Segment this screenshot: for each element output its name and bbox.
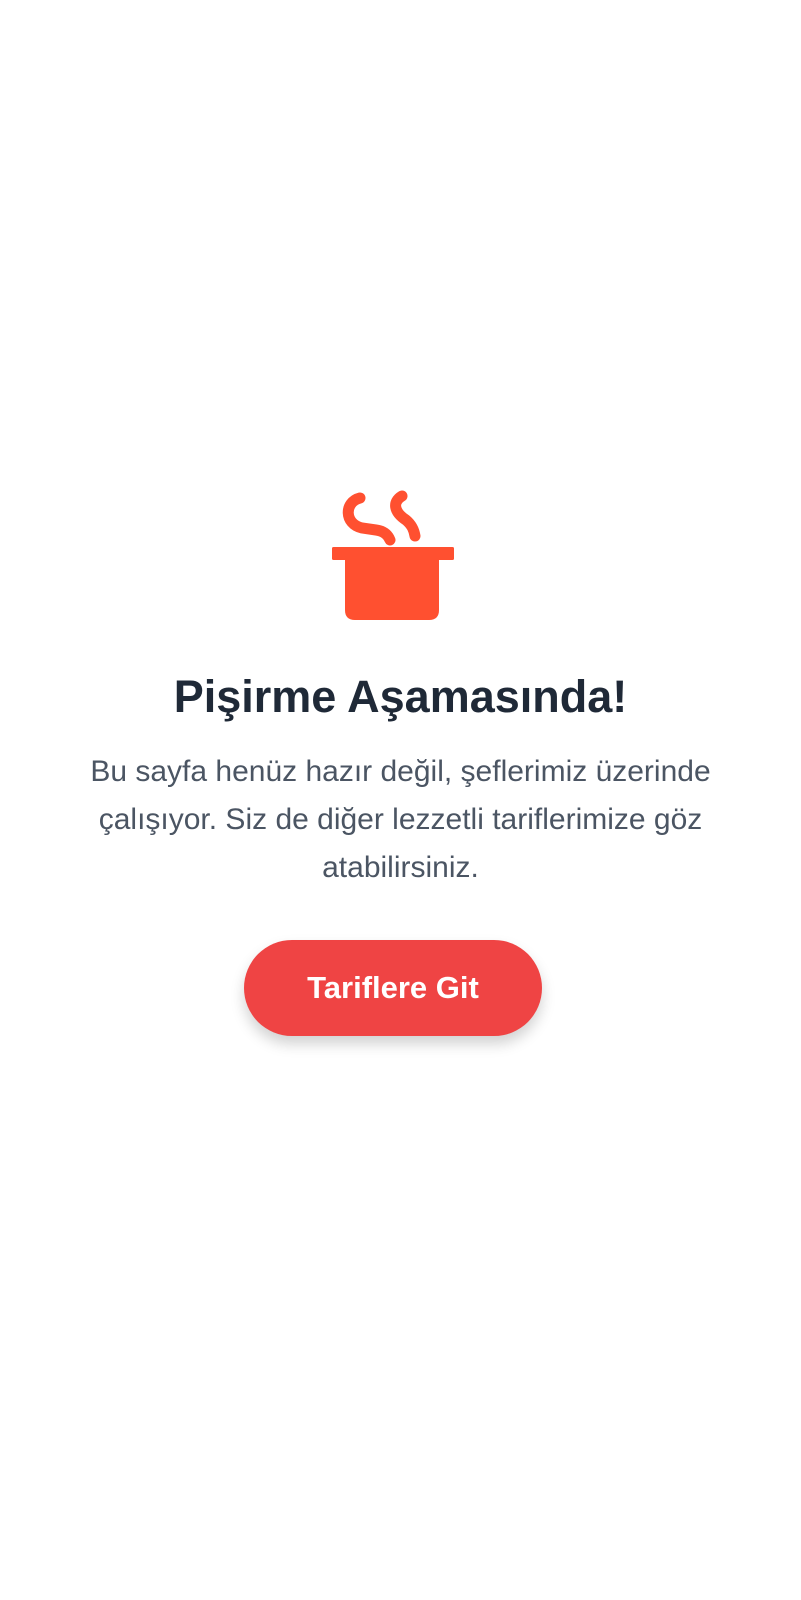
under-construction-screen: Pişirme Aşamasında! Bu sayfa henüz hazır…	[0, 0, 801, 1600]
cooking-pot-icon	[330, 490, 456, 626]
info-message: Bu sayfa henüz hazır değil, şeflerimiz ü…	[90, 755, 711, 884]
page-title: Pişirme Aşamasında!	[173, 671, 628, 722]
go-to-recipes-button[interactable]: Tariflere Git	[244, 940, 542, 1036]
